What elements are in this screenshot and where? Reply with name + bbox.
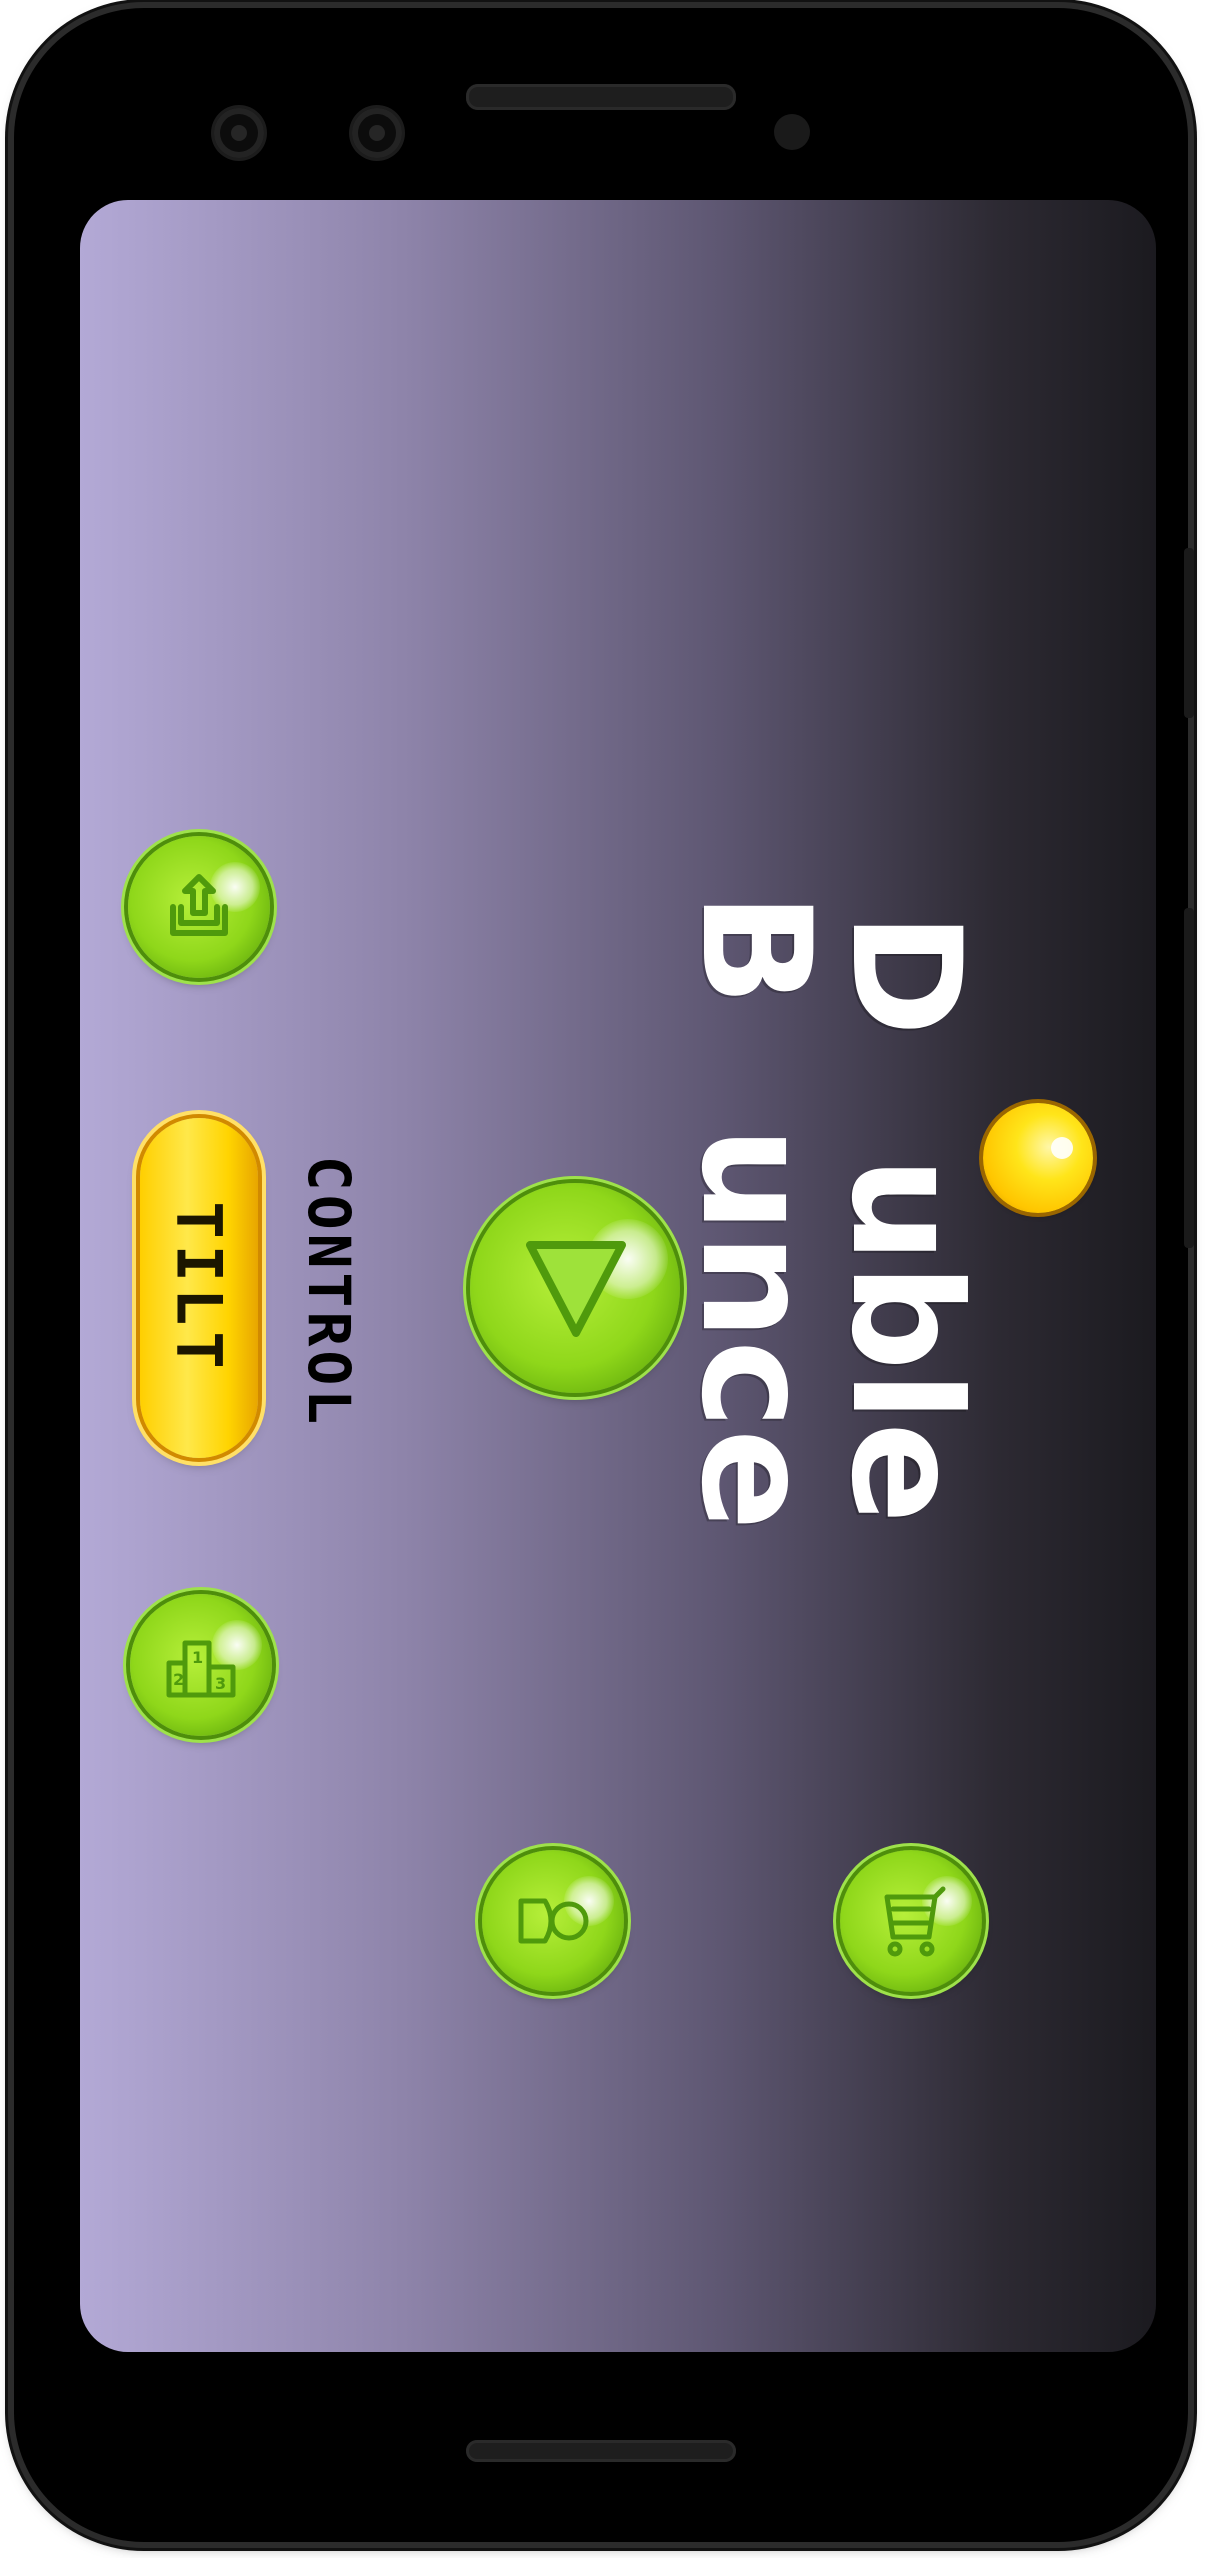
- front-camera-icon: [352, 108, 402, 158]
- svg-text:1: 1: [192, 1648, 203, 1667]
- title-line-2-suffix: unce: [668, 1126, 842, 1531]
- control-label: CONTROL: [295, 1155, 363, 1429]
- phone-frame: TILT CONTROL 2 1 3 Duble Bunce: [14, 8, 1194, 2542]
- skins-button[interactable]: [482, 1850, 624, 1992]
- share-upload-icon: [170, 874, 228, 936]
- svg-text:2: 2: [173, 1670, 184, 1689]
- earpiece-speaker: [466, 84, 736, 110]
- share-button[interactable]: [128, 836, 270, 978]
- front-camera-icon: [214, 108, 264, 158]
- phone-power-button: [1184, 548, 1194, 718]
- tilt-control-button[interactable]: TILT: [140, 1118, 258, 1458]
- character-skin-icon: [518, 1898, 589, 1944]
- bouncing-ball-icon: [983, 1103, 1093, 1213]
- play-triangle-icon: [526, 1241, 626, 1337]
- svg-text:3: 3: [215, 1674, 226, 1693]
- game-title: Duble Bunce: [668, 892, 992, 1552]
- proximity-sensor: [774, 114, 810, 150]
- podium-leaderboard-icon: 2 1 3: [166, 1640, 236, 1698]
- shopping-cart-icon: [884, 1886, 946, 1957]
- title-line-2: Bunce: [668, 892, 842, 1552]
- title-line-1-suffix: uble: [818, 1156, 992, 1524]
- phone-volume-button: [1184, 908, 1194, 1248]
- game-screen: TILT CONTROL 2 1 3 Duble Bunce: [80, 200, 1156, 2352]
- title-line-1-prefix: D: [818, 912, 992, 1037]
- title-line-1: Duble: [818, 912, 992, 1552]
- tilt-label: TILT: [162, 1201, 236, 1375]
- leaderboard-button[interactable]: 2 1 3: [130, 1594, 272, 1736]
- title-line-2-prefix: B: [668, 892, 842, 1007]
- play-button[interactable]: [470, 1183, 680, 1393]
- bottom-speaker: [466, 2440, 736, 2462]
- shop-button[interactable]: [840, 1850, 982, 1992]
